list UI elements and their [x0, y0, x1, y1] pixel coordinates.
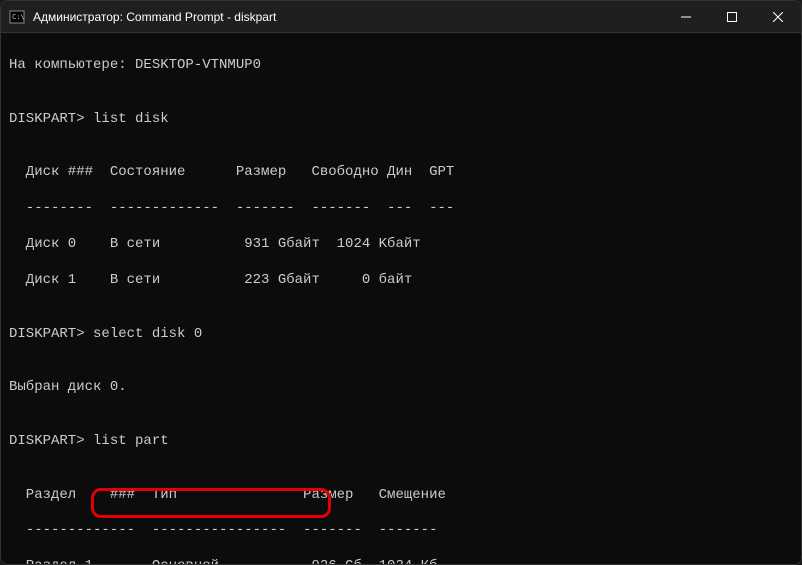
table-row: Диск 1 В сети 223 Gбайт 0 байт — [9, 272, 793, 290]
output-line: На компьютере: DESKTOP-VTNMUP0 — [9, 57, 793, 75]
table-header: Раздел ### Тип Размер Смещение — [9, 487, 793, 505]
svg-text:C:\: C:\ — [12, 13, 25, 21]
command: select disk 0 — [93, 326, 202, 342]
cmd-icon: C:\ — [9, 9, 25, 25]
prompt-line: DISKPART> list part — [9, 433, 793, 451]
close-button[interactable] — [755, 1, 801, 33]
output-line: Выбран диск 0. — [9, 379, 793, 397]
prompt: DISKPART> — [9, 326, 93, 342]
titlebar[interactable]: C:\ Администратор: Command Prompt - disk… — [1, 1, 801, 33]
prompt: DISKPART> — [9, 433, 93, 449]
minimize-button[interactable] — [663, 1, 709, 33]
table-separator: ------------- ---------------- ------- -… — [9, 522, 793, 540]
window-title: Администратор: Command Prompt - diskpart — [33, 10, 663, 24]
prompt: DISKPART> — [9, 111, 93, 127]
command: list disk — [93, 111, 169, 127]
terminal-output[interactable]: На компьютере: DESKTOP-VTNMUP0 DISKPART>… — [1, 33, 801, 564]
maximize-button[interactable] — [709, 1, 755, 33]
table-row: Раздел 1 Основной 926 Gб 1024 Кб — [9, 558, 793, 564]
command-prompt-window: C:\ Администратор: Command Prompt - disk… — [0, 0, 802, 565]
table-row: Диск 0 В сети 931 Gбайт 1024 Kбайт — [9, 236, 793, 254]
window-controls — [663, 1, 801, 32]
table-separator: -------- ------------- ------- ------- -… — [9, 200, 793, 218]
prompt-line: DISKPART> select disk 0 — [9, 326, 793, 344]
table-header: Диск ### Состояние Размер Свободно Дин G… — [9, 164, 793, 182]
command: list part — [93, 433, 169, 449]
prompt-line: DISKPART> list disk — [9, 111, 793, 129]
